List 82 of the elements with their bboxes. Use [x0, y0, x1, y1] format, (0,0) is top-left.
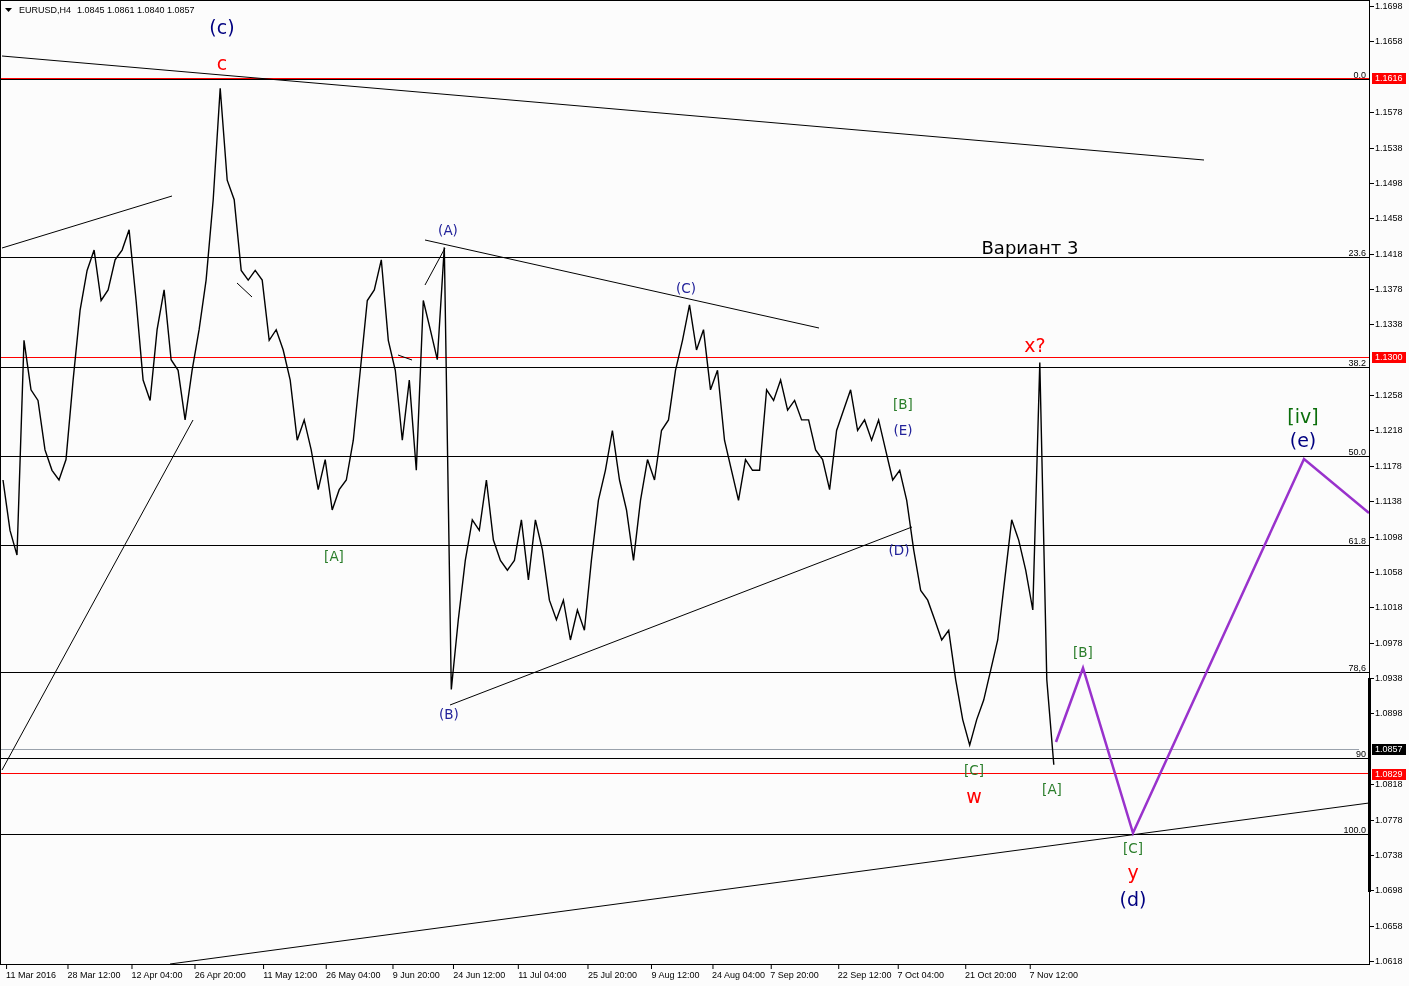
caret-down-icon[interactable]	[5, 8, 12, 12]
wave-label: (A)	[438, 222, 458, 238]
wave-label: w	[966, 785, 982, 807]
price-axis-label: 1.0618	[1375, 955, 1403, 967]
price-axis-label: 1.0658	[1375, 919, 1403, 932]
wave-label: (d)	[1119, 888, 1147, 910]
wave-label: (B)	[439, 706, 459, 722]
chart-symbol: EURUSD,H4	[19, 4, 71, 16]
axis-tick	[1370, 855, 1375, 856]
fibonacci-level-label: 38.2	[1348, 358, 1366, 368]
axis-tick	[1370, 890, 1375, 891]
wave-label: [A]	[324, 548, 344, 564]
wave-label: x?	[1024, 334, 1046, 356]
time-axis-label: 26 Apr 20:00	[194, 965, 246, 981]
price-axis-label: 1.1658	[1375, 35, 1403, 48]
ohlc-values: 1.0845 1.0861 1.0840 1.0857	[77, 4, 195, 16]
wave-label: (C)	[676, 280, 696, 296]
price-axis-label: 1.0818	[1375, 778, 1403, 791]
price-axis-label: 1.0898	[1375, 707, 1403, 720]
fibonacci-level-label: 90	[1356, 749, 1366, 759]
time-axis-label: 7 Sep 20:00	[770, 965, 819, 981]
time-axis-label: 24 Aug 04:00	[712, 965, 766, 981]
price-axis-label: 1.1578	[1375, 106, 1403, 119]
price-tag: 1.1300	[1372, 352, 1406, 364]
price-axis-label: 1.0738	[1375, 848, 1403, 861]
price-tag: 1.0857	[1372, 744, 1406, 756]
price-axis-label: 1.1218	[1375, 424, 1403, 437]
time-axis-label: 9 Aug 12:00	[651, 965, 700, 981]
chart-caption: Вариант 3	[981, 236, 1079, 258]
price-axis-label: 1.1058	[1375, 565, 1403, 578]
time-axis-label: 11 Jul 04:00	[518, 965, 567, 981]
wave-label: [B]	[893, 396, 913, 412]
wave-label: (D)	[888, 542, 910, 558]
price-axis-label: 1.1378	[1375, 283, 1403, 295]
price-axis-label: 1.0978	[1375, 636, 1403, 649]
price-axis-label: 1.1138	[1375, 495, 1402, 508]
price-axis-label: 1.1498	[1375, 176, 1403, 189]
price-axis-label: 1.1698	[1375, 0, 1403, 13]
price-axis-label: 1.1418	[1375, 247, 1403, 260]
time-axis-label: 7 Nov 12:00	[1029, 965, 1079, 981]
time-axis-label: 28 Mar 12:00	[67, 965, 121, 981]
time-axis-label: 11 May 12:00	[263, 965, 318, 981]
time-axis-label: 9 Jun 20:00	[392, 965, 440, 981]
price-tag: 1.1616	[1372, 73, 1406, 85]
wave-label: (e)	[1289, 429, 1317, 451]
wave-label: (c)	[209, 16, 235, 38]
fibonacci-level-label: 100.0	[1343, 825, 1366, 835]
time-axis-label: 21 Oct 20:00	[964, 965, 1017, 981]
price-axis-label: 1.1098	[1375, 530, 1403, 543]
wave-label: (E)	[893, 422, 913, 438]
axis-tick	[1370, 820, 1375, 821]
time-axis-label: 22 Sep 12:00	[837, 965, 892, 981]
wave-label: [iv]	[1287, 405, 1319, 427]
wave-label: c	[216, 52, 228, 74]
fibonacci-level-label: 50.0	[1348, 447, 1366, 457]
price-axis-label: 1.1338	[1375, 318, 1403, 331]
price-axis-label: 1.1538	[1375, 141, 1403, 154]
fibonacci-level-label: 61.8	[1348, 536, 1366, 546]
time-axis-label: 11 Mar 2016	[6, 965, 56, 981]
price-axis-label: 1.1018	[1375, 601, 1403, 614]
wave-label: [C]	[1123, 840, 1143, 856]
price-axis-label: 1.0938	[1375, 672, 1403, 685]
time-axis-label: 26 May 04:00	[326, 965, 381, 981]
wave-label: [B]	[1073, 644, 1093, 660]
price-axis-label: 1.1258	[1375, 389, 1403, 402]
price-axis-label: 1.1178	[1375, 459, 1402, 472]
axis-tick	[1370, 713, 1375, 714]
fibonacci-level-label: 78,6	[1348, 663, 1366, 673]
price-axis-label: 1.0698	[1375, 884, 1403, 897]
price-axis-label: 1.0778	[1375, 813, 1403, 826]
time-axis-label: 7 Oct 04:00	[897, 965, 944, 981]
wave-label: y	[1127, 861, 1139, 883]
time-axis-label: 25 Jul 20:00	[587, 965, 637, 981]
wave-label: [A]	[1042, 781, 1062, 797]
axis-tick	[1370, 678, 1375, 679]
fibonacci-level-label: 0.0	[1353, 70, 1366, 80]
price-tag: 1.0829	[1372, 768, 1406, 780]
time-axis-label: 12 Apr 04:00	[131, 965, 183, 981]
axis-tick	[1370, 784, 1375, 785]
price-axis-label: 1.1458	[1375, 212, 1403, 225]
fibonacci-level-label: 23.6	[1348, 248, 1366, 258]
time-axis-label: 24 Jun 12:00	[453, 965, 506, 981]
